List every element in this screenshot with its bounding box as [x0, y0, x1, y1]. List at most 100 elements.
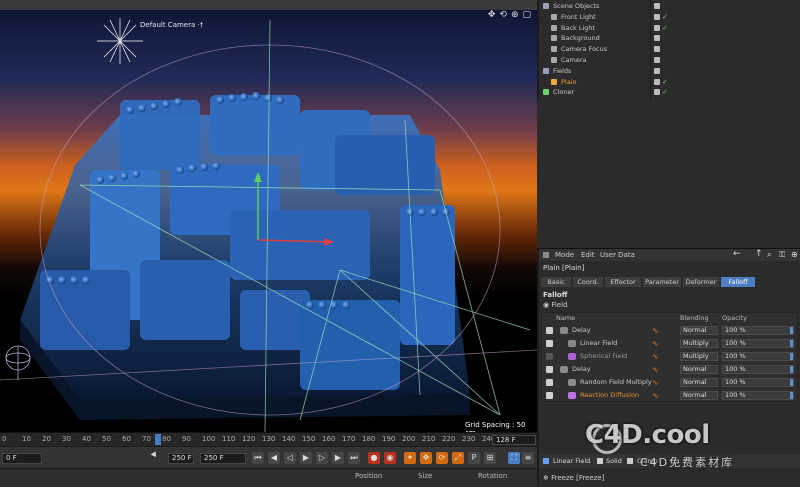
- back-arrow-icon[interactable]: ←: [733, 249, 741, 259]
- remap-curve-icon[interactable]: ∿: [652, 376, 659, 389]
- opacity-field[interactable]: 100 %: [722, 352, 794, 361]
- zoom-icon[interactable]: ⊕: [511, 10, 519, 20]
- next-key-button[interactable]: ▶: [332, 452, 344, 464]
- blending-dropdown[interactable]: Normal: [680, 378, 718, 387]
- tab-coord[interactable]: Coord.: [573, 277, 603, 287]
- object-row[interactable]: Background: [539, 33, 800, 43]
- pos-key-button[interactable]: ✥: [420, 452, 432, 464]
- up-arrow-icon[interactable]: ↑: [755, 249, 763, 259]
- object-row[interactable]: Fields: [539, 66, 800, 76]
- menu-user-data[interactable]: User Data: [600, 251, 635, 259]
- start-frame-field[interactable]: 250 F: [168, 453, 194, 464]
- tab-basic[interactable]: Basic: [541, 277, 571, 287]
- freeze-label: Freeze [Freeze]: [551, 474, 605, 482]
- field-row[interactable]: Linear Field ∿ Multiply 100 %: [542, 337, 799, 350]
- go-start-button[interactable]: ⏮: [252, 452, 264, 464]
- prev-frame-button[interactable]: ◁: [284, 452, 296, 464]
- maximize-icon[interactable]: ▢: [522, 10, 531, 20]
- timeline-playhead[interactable]: [155, 434, 161, 445]
- menu-mode[interactable]: Mode: [555, 251, 574, 259]
- menu-button[interactable]: ≡: [522, 452, 534, 464]
- enabled-check-icon[interactable]: ✓: [662, 23, 668, 33]
- field-row[interactable]: Delay ∿ Normal 100 %: [542, 324, 799, 337]
- rotate-icon[interactable]: ⟲: [499, 10, 507, 20]
- play-button[interactable]: ▶: [300, 452, 312, 464]
- field-enable-checkbox[interactable]: [546, 340, 553, 347]
- motion-path-button[interactable]: ⛶: [508, 452, 520, 464]
- go-end-button[interactable]: ⏭: [348, 452, 360, 464]
- add-icon[interactable]: ⊕: [791, 250, 798, 259]
- 3d-viewport[interactable]: Default Camera ·† ✥ ⟲ ⊕ ▢ Grid Spacing :…: [0, 0, 537, 432]
- object-row[interactable]: Scene Objects: [539, 1, 800, 11]
- blending-dropdown[interactable]: Normal: [680, 365, 718, 374]
- field-enable-checkbox[interactable]: [546, 392, 553, 399]
- visibility-toggle[interactable]: [654, 24, 660, 31]
- visibility-toggle[interactable]: [654, 78, 660, 85]
- field-enable-checkbox[interactable]: [546, 379, 553, 386]
- rot-key-button[interactable]: ⟳: [436, 452, 448, 464]
- end-frame-field[interactable]: 250 F: [200, 453, 246, 464]
- tab-deformer[interactable]: Deformer: [683, 277, 719, 287]
- field-enable-checkbox[interactable]: [546, 353, 553, 360]
- visibility-toggle[interactable]: [654, 13, 660, 20]
- remap-curve-icon[interactable]: ∿: [652, 324, 659, 337]
- remap-curve-icon[interactable]: ∿: [652, 350, 659, 363]
- blending-dropdown[interactable]: Normal: [680, 326, 718, 335]
- blending-dropdown[interactable]: Normal: [680, 391, 718, 400]
- tab-effector[interactable]: Effector: [605, 277, 641, 287]
- enabled-check-icon[interactable]: ✓: [662, 77, 668, 87]
- field-row[interactable]: Random Field Multiply ∿ Normal 100 %: [542, 376, 799, 389]
- field-row[interactable]: Delay ∿ Normal 100 %: [542, 363, 799, 376]
- keyframe-button[interactable]: ✦: [404, 452, 416, 464]
- remap-curve-icon[interactable]: ∿: [652, 389, 659, 402]
- field-enable-checkbox[interactable]: [546, 327, 553, 334]
- add-linear-field[interactable]: Linear Field: [553, 457, 590, 465]
- max-frame-field[interactable]: 128 F: [492, 435, 536, 445]
- field-enable-checkbox[interactable]: [546, 366, 553, 373]
- field-row[interactable]: Reaction Diffusion ∿ Normal 100 %: [542, 389, 799, 402]
- opacity-field[interactable]: 100 %: [722, 326, 794, 335]
- visibility-toggle[interactable]: [654, 89, 660, 96]
- scale-key-button[interactable]: ⤢: [452, 452, 464, 464]
- freeze-item[interactable]: ❄ Freeze [Freeze]: [543, 474, 604, 482]
- menu-toggle-icon[interactable]: [543, 252, 549, 258]
- remap-curve-icon[interactable]: ∿: [652, 363, 659, 376]
- timeline-ruler[interactable]: 0 10 20 30 40 50 60 70 80 90 100 110 120 130 140 150 160…: [0, 432, 537, 446]
- enabled-check-icon[interactable]: ✓: [662, 12, 668, 22]
- attribute-menu: Mode Edit User Data ← ↑ ⌕ ⚿ ⊕: [539, 249, 800, 261]
- object-row[interactable]: Plain ✓: [539, 77, 800, 87]
- object-row[interactable]: Front Light ✓: [539, 12, 800, 22]
- visibility-toggle[interactable]: [654, 3, 660, 9]
- prev-key-button[interactable]: ◀: [268, 452, 280, 464]
- opacity-field[interactable]: 100 %: [722, 339, 794, 348]
- field-row[interactable]: Spherical Field ∿ Multiply 100 %: [542, 350, 799, 363]
- object-row[interactable]: Camera Focus: [539, 44, 800, 54]
- record-button[interactable]: ●: [368, 452, 380, 464]
- tab-parameter[interactable]: Parameter: [643, 277, 681, 287]
- opacity-field[interactable]: 100 %: [722, 391, 794, 400]
- add-solid[interactable]: Solid: [606, 457, 622, 465]
- opacity-field[interactable]: 100 %: [722, 378, 794, 387]
- object-row[interactable]: Cloner ✓: [539, 87, 800, 97]
- move-icon[interactable]: ✥: [488, 10, 496, 20]
- visibility-toggle[interactable]: [654, 57, 660, 63]
- opacity-field[interactable]: 100 %: [722, 365, 794, 374]
- param-key-button[interactable]: P: [468, 452, 480, 464]
- autokey-button[interactable]: ◉: [384, 452, 396, 464]
- object-row[interactable]: Camera: [539, 55, 800, 65]
- grid-key-button[interactable]: ⊞: [484, 452, 496, 464]
- enabled-check-icon[interactable]: ✓: [662, 87, 668, 97]
- remap-curve-icon[interactable]: ∿: [652, 337, 659, 350]
- visibility-toggle[interactable]: [654, 46, 660, 53]
- blending-dropdown[interactable]: Multiply: [680, 352, 718, 361]
- next-frame-button[interactable]: ▷: [316, 452, 328, 464]
- search-icon[interactable]: ⌕: [767, 250, 771, 260]
- object-row[interactable]: Back Light ✓: [539, 23, 800, 33]
- blending-dropdown[interactable]: Multiply: [680, 339, 718, 348]
- current-frame-field[interactable]: 0 F: [2, 453, 42, 464]
- tab-falloff[interactable]: Falloff: [721, 277, 755, 287]
- menu-edit[interactable]: Edit: [581, 251, 595, 259]
- visibility-toggle[interactable]: [654, 67, 660, 74]
- lock-icon[interactable]: ⚿: [779, 250, 785, 260]
- visibility-toggle[interactable]: [654, 35, 660, 42]
